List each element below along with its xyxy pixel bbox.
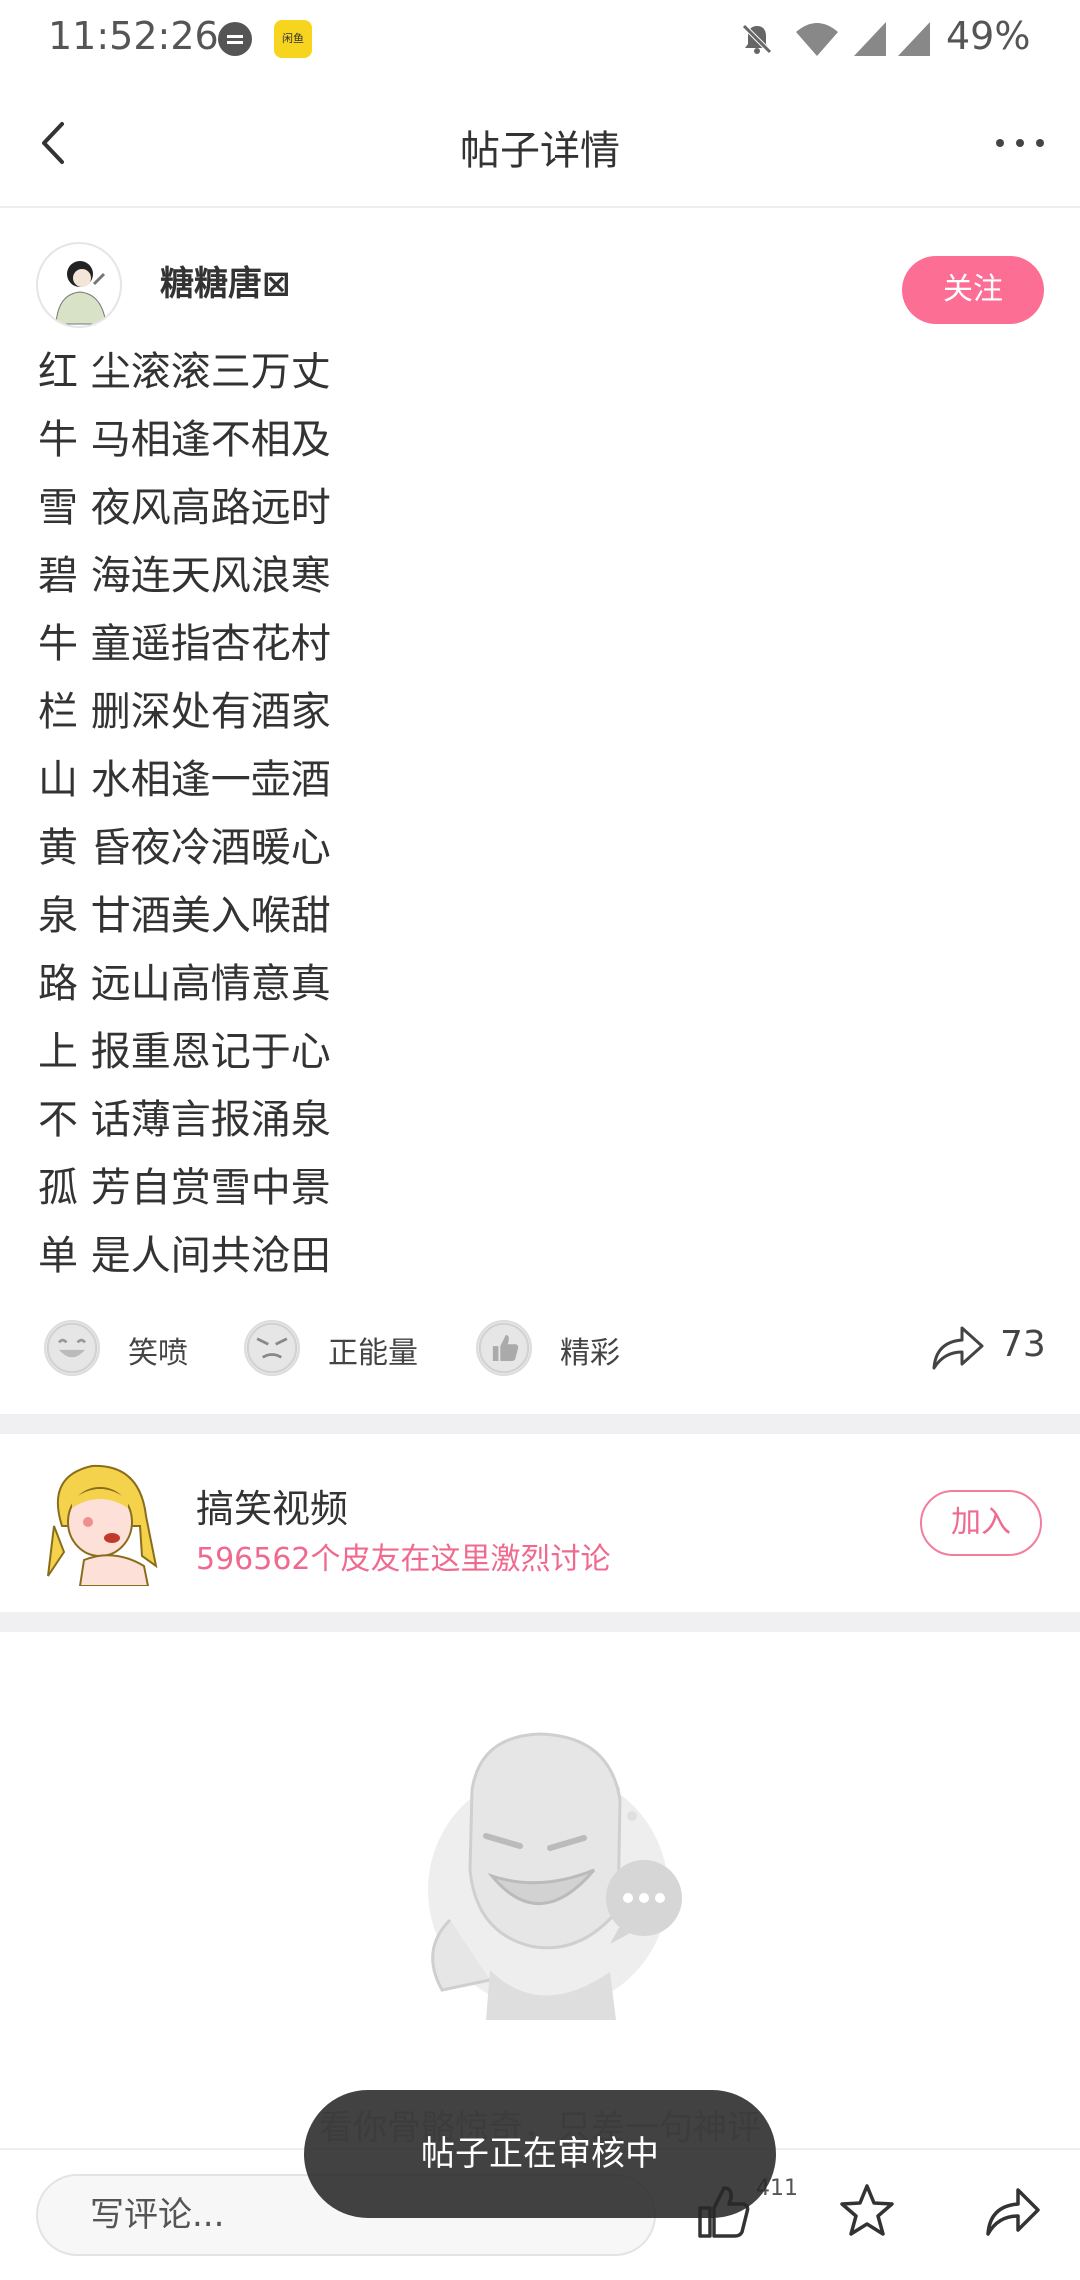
reaction-label: 正能量 <box>328 1336 418 1371</box>
reaction-great-button[interactable]: 精彩 <box>476 1320 646 1380</box>
post-line: 泉 甘酒美入喉甜 <box>38 893 331 939</box>
section-divider <box>0 1414 1080 1434</box>
join-group-button[interactable]: 加入 <box>920 1490 1042 1556</box>
post-line: 路 远山高情意真 <box>38 961 331 1007</box>
reaction-bar: 笑喷 正能量 精彩 73 <box>0 1310 1080 1390</box>
reaction-label: 精彩 <box>560 1336 620 1371</box>
battery-level: 49% <box>946 14 1031 58</box>
share-arrow-icon[interactable] <box>930 1322 986 1372</box>
post-line: 黄 昏夜冷酒暖心 <box>38 825 331 871</box>
top-nav-bar: 帖子详情 <box>0 80 1080 208</box>
favorite-star-icon[interactable] <box>838 2182 896 2240</box>
signal-icon <box>854 22 886 56</box>
reaction-label: 笑喷 <box>128 1336 188 1371</box>
mute-icon <box>742 24 772 54</box>
post-line: 孤 芳自赏雪中景 <box>38 1165 331 1211</box>
thumbs-up-icon <box>476 1320 532 1376</box>
follow-button[interactable]: 关注 <box>902 256 1044 324</box>
post-line: 红 尘滚滚三万丈 <box>38 349 331 395</box>
post-line: 不 话薄言报涌泉 <box>38 1097 331 1143</box>
post-line: 上 报重恩记于心 <box>38 1029 331 1075</box>
post-line: 碧 海连天风浪寒 <box>38 553 331 599</box>
review-toast: 帖子正在审核中 <box>304 2090 776 2218</box>
post-line: 山 水相逢一壶酒 <box>38 757 331 803</box>
app-notification-icon: 闲鱼 <box>274 20 312 58</box>
message-notification-icon <box>218 22 252 56</box>
wifi-icon <box>796 23 838 56</box>
empty-comments-illustration <box>428 1732 682 2020</box>
post-line: 牛 马相逢不相及 <box>38 417 331 463</box>
share-count: 73 <box>1000 1324 1046 1365</box>
post-line: 单 是人间共沧田 <box>38 1233 331 1279</box>
author-name[interactable]: 糖糖唐⊠ <box>160 256 291 305</box>
signal-icon-2 <box>898 22 930 56</box>
post-content: 红 尘滚滚三万丈 牛 马相逢不相及 雪 夜风高路远时 碧 海连天风浪寒 牛 童遥… <box>38 338 738 1290</box>
section-divider <box>0 1612 1080 1632</box>
post-line: 雪 夜风高路远时 <box>38 485 331 531</box>
reaction-energy-button[interactable]: 正能量 <box>244 1320 444 1380</box>
group-title: 搞笑视频 <box>196 1487 349 1531</box>
page-title: 帖子详情 <box>460 128 620 174</box>
post-line: 牛 童遥指杏花村 <box>38 621 331 667</box>
status-bar: 11:52:26 闲鱼 49% <box>0 0 1080 80</box>
author-avatar[interactable] <box>36 242 122 328</box>
more-options-icon[interactable] <box>994 136 1046 150</box>
energy-face-icon <box>244 1320 300 1376</box>
post-line: 栏 删深处有酒家 <box>38 689 331 735</box>
share-icon[interactable] <box>984 2184 1042 2238</box>
reaction-laugh-button[interactable]: 笑喷 <box>44 1320 204 1380</box>
group-member-count: 596562个皮友在这里激烈讨论 <box>196 1542 611 1577</box>
group-thumbnail <box>47 1464 158 1586</box>
laugh-face-icon <box>44 1320 100 1376</box>
status-time: 11:52:26 <box>48 14 219 58</box>
